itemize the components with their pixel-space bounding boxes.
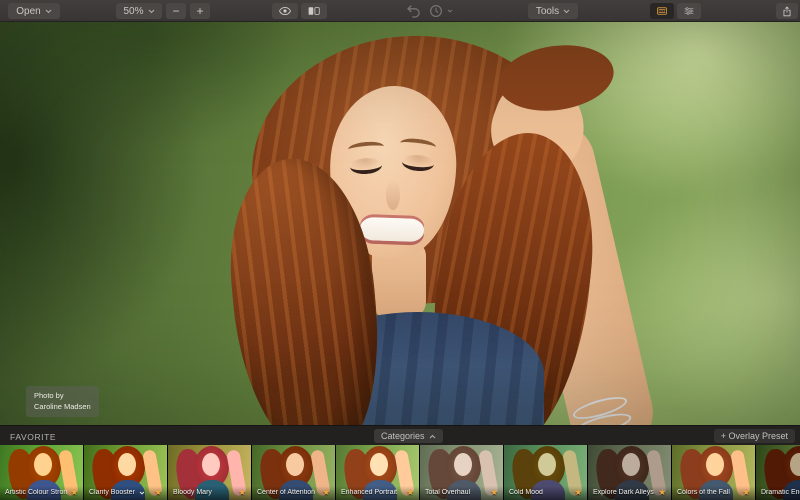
categories-button-label: Categories — [381, 431, 425, 441]
plus-icon: + — [197, 5, 204, 17]
preset-thumbnail[interactable]: Artistic Colour Strong ★ — [0, 445, 83, 500]
preview-toggle-button[interactable] — [272, 3, 298, 19]
chevron-down-icon — [148, 9, 155, 14]
share-icon — [783, 4, 791, 19]
favorite-star-icon[interactable]: ★ — [70, 488, 78, 497]
presets-panel-toggle-button[interactable] — [650, 3, 674, 19]
zoom-out-button[interactable]: − — [166, 3, 186, 19]
undo-button[interactable] — [402, 3, 424, 19]
favorite-star-icon[interactable]: ★ — [154, 488, 162, 497]
preset-label-row: Artistic Colour Strong ★ — [0, 486, 83, 500]
share-export-button[interactable] — [776, 3, 798, 19]
zoom-level-value: 50% — [123, 6, 143, 17]
preset-thumbnail[interactable]: Cold Mood ★ — [504, 445, 587, 500]
presets-filmstrip: Artistic Colour Strong ★ Clarity Booster… — [0, 445, 800, 500]
undo-icon — [405, 4, 421, 18]
favorite-star-icon[interactable]: ★ — [490, 488, 498, 497]
chevron-down-icon — [563, 9, 570, 14]
presets-filmstrip-icon — [657, 5, 667, 17]
favorite-star-icon[interactable]: ★ — [574, 488, 582, 497]
photo-credit-line2: Caroline Madsen — [34, 401, 91, 412]
preset-name: Clarity Booster — [89, 489, 135, 496]
add-overlay-preset-label: + Overlay Preset — [721, 431, 788, 441]
history-clock-icon — [429, 4, 443, 18]
editing-canvas-photo: Photo by Caroline Madsen — [0, 22, 800, 425]
tools-button[interactable]: Tools — [528, 3, 578, 19]
favorite-star-icon[interactable]: ★ — [322, 488, 330, 497]
adjustments-panel-toggle-button[interactable] — [677, 3, 701, 19]
history-button[interactable] — [426, 3, 456, 19]
preset-thumbnail[interactable]: Center of Attention ★ — [252, 445, 335, 500]
preset-thumbnail[interactable]: Enhanced Portrait ★ — [336, 445, 419, 500]
preset-thumbnail[interactable]: Total Overhaul ★ — [420, 445, 503, 500]
preset-name: Enhanced Portrait — [341, 489, 397, 496]
tools-button-label: Tools — [536, 6, 559, 17]
sliders-icon — [684, 5, 694, 17]
preset-label-row: Cold Mood ★ — [504, 486, 587, 500]
preset-name: Dramatic Energy — [761, 489, 800, 496]
preset-thumbnail[interactable]: Bloody Mary ★ — [168, 445, 251, 500]
add-overlay-preset-button[interactable]: + Overlay Preset — [714, 429, 795, 443]
categories-button[interactable]: Categories — [374, 429, 443, 443]
chevron-down-icon — [45, 9, 52, 14]
open-button[interactable]: Open — [8, 3, 60, 19]
zoom-level-dropdown[interactable]: 50% — [116, 3, 162, 19]
eye-icon — [279, 5, 291, 17]
minus-icon: − — [173, 5, 180, 17]
presets-category-bar: FAVORITE Categories + Overlay Preset — [0, 425, 800, 445]
preset-label-row: Colors of the Fall ★ — [672, 486, 755, 500]
preset-name: Cold Mood — [509, 489, 543, 496]
favorite-star-icon[interactable]: ★ — [742, 488, 750, 497]
preset-label-row: Clarity Booster ★ — [84, 486, 167, 500]
preset-label-row: Total Overhaul ★ — [420, 486, 503, 500]
favorite-star-icon[interactable]: ★ — [238, 488, 246, 497]
photo-credit-line1: Photo by — [34, 390, 91, 401]
photo-vignette — [0, 22, 800, 425]
chevron-up-icon — [429, 434, 436, 439]
zoom-in-button[interactable]: + — [190, 3, 210, 19]
preset-name: Artistic Colour Strong — [5, 489, 67, 496]
preset-label-row: Center of Attention ★ — [252, 486, 335, 500]
preset-thumbnail[interactable]: Colors of the Fall ★ — [672, 445, 755, 500]
preset-thumbnail[interactable]: Dramatic Energy ★ — [756, 445, 800, 500]
preset-name: Explore Dark Alleys — [593, 489, 654, 496]
preset-thumbnail[interactable]: Explore Dark Alleys ★ — [588, 445, 671, 500]
preset-thumbnail[interactable]: Clarity Booster ★ — [84, 445, 167, 500]
preset-name: Total Overhaul — [425, 489, 470, 496]
chevron-down-icon — [447, 9, 453, 13]
top-toolbar: Open 50% − + Tools — [0, 0, 800, 22]
compare-icon — [308, 5, 320, 17]
photo-credit-watermark: Photo by Caroline Madsen — [26, 386, 99, 417]
preset-name: Center of Attention — [257, 489, 315, 496]
open-button-label: Open — [16, 6, 40, 17]
compare-before-after-button[interactable] — [301, 3, 327, 19]
photo-editor-window: Open 50% − + Tools — [0, 0, 800, 500]
preset-name: Colors of the Fall — [677, 489, 730, 496]
active-category-label: FAVORITE — [10, 432, 56, 442]
preset-label-row: Enhanced Portrait ★ — [336, 486, 419, 500]
favorite-star-icon[interactable]: ★ — [658, 488, 666, 497]
preset-label-row: Dramatic Energy ★ — [756, 486, 800, 500]
preset-label-row: Bloody Mary ★ — [168, 486, 251, 500]
preset-name: Bloody Mary — [173, 489, 212, 496]
preset-label-row: Explore Dark Alleys ★ — [588, 486, 671, 500]
chevron-down-icon[interactable] — [139, 491, 145, 495]
favorite-star-icon[interactable]: ★ — [406, 488, 414, 497]
